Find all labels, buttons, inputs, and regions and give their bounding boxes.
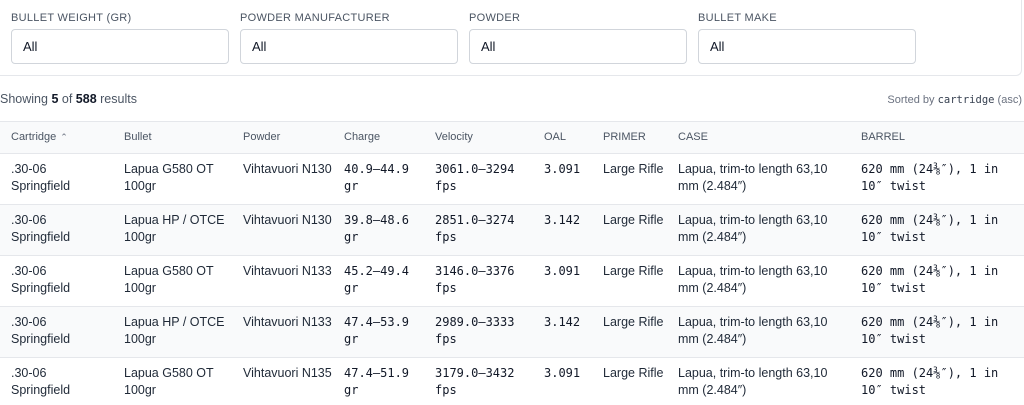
filter-label: POWDER MANUFACTURER <box>240 12 390 24</box>
cell-case: Lapua, trim-to length 63,10 mm (2.484″) <box>678 314 828 346</box>
sort-status: Sorted by cartridge (asc) <box>887 94 1022 106</box>
results-table: Cartridge ⌃ Bullet Powder Charge Velocity… <box>0 122 1024 405</box>
cell-charge: 40.9–44.9 gr <box>344 161 410 193</box>
table-row[interactable]: .30-06 Springfield Lapua G580 OT 100gr V… <box>0 153 1024 204</box>
table-row[interactable]: .30-06 Springfield Lapua HP / OTCE 100gr… <box>0 306 1024 357</box>
summary-prefix: Showing <box>0 92 48 106</box>
cell-velocity: 3146.0–3376 fps <box>435 263 515 295</box>
filter-powder: POWDER All <box>469 11 689 64</box>
cell-primer: Large Rifle <box>603 161 664 176</box>
summary-middle: of <box>61 92 73 106</box>
cell-cartridge: .30-06 Springfield <box>11 263 71 295</box>
filter-label: POWDER <box>469 12 521 24</box>
cell-case: Lapua, trim-to length 63,10 mm (2.484″) <box>678 365 828 397</box>
cell-powder: Vihtavuori N133 <box>243 263 332 278</box>
cell-velocity: 3061.0–3294 fps <box>435 161 515 193</box>
table-row[interactable]: .30-06 Springfield Lapua G580 OT 100gr V… <box>0 255 1024 306</box>
cell-case: Lapua, trim-to length 63,10 mm (2.484″) <box>678 161 828 193</box>
filter-panel: BULLET WEIGHT (GR) All POWDER MANUFACTUR… <box>0 0 1022 76</box>
cell-charge: 47.4–53.9 gr <box>344 314 410 346</box>
column-header-velocity[interactable]: Velocity <box>424 122 533 153</box>
cell-barrel: 620 mm (24⅜″), 1 in 10″ twist <box>861 263 999 295</box>
cell-cartridge: .30-06 Springfield <box>11 161 71 193</box>
column-header-cartridge[interactable]: Cartridge ⌃ <box>0 122 113 153</box>
filter-bullet-make: BULLET MAKE All <box>698 11 918 64</box>
results-shown-count: 5 <box>51 92 59 106</box>
cell-bullet: Lapua G580 OT 100gr <box>124 365 214 397</box>
cell-oal: 3.142 <box>544 212 581 227</box>
results-total-count: 588 <box>75 92 97 106</box>
cell-charge: 39.8–48.6 gr <box>344 212 410 244</box>
powder-select[interactable]: All <box>469 29 687 64</box>
cell-velocity: 2989.0–3333 fps <box>435 314 515 346</box>
column-header-charge[interactable]: Charge <box>333 122 424 153</box>
cell-barrel: 620 mm (24⅜″), 1 in 10″ twist <box>861 314 999 346</box>
cell-primer: Large Rifle <box>603 263 664 278</box>
cell-primer: Large Rifle <box>603 212 664 227</box>
results-table-container: Cartridge ⌃ Bullet Powder Charge Velocity… <box>0 121 1024 405</box>
chevron-up-icon: ⌃ <box>60 132 68 143</box>
cell-powder: Vihtavuori N133 <box>243 314 332 329</box>
cell-velocity: 2851.0–3274 fps <box>435 212 515 244</box>
bullet-make-select[interactable]: All <box>698 29 916 64</box>
cell-barrel: 620 mm (24⅜″), 1 in 10″ twist <box>861 365 999 397</box>
cell-powder: Vihtavuori N135 <box>243 365 332 380</box>
cell-primer: Large Rifle <box>603 314 664 329</box>
cell-powder: Vihtavuori N130 <box>243 212 332 227</box>
column-header-bullet[interactable]: Bullet <box>113 122 232 153</box>
sort-direction: (asc) <box>997 94 1022 106</box>
sort-prefix: Sorted by <box>887 94 935 106</box>
cell-oal: 3.142 <box>544 314 581 329</box>
column-header-powder[interactable]: Powder <box>232 122 333 153</box>
cell-powder: Vihtavuori N130 <box>243 161 332 176</box>
cell-cartridge: .30-06 Springfield <box>11 212 71 244</box>
filter-powder-manufacturer: POWDER MANUFACTURER All <box>240 11 460 64</box>
filter-label: BULLET WEIGHT (GR) <box>11 12 132 24</box>
table-row[interactable]: .30-06 Springfield Lapua HP / OTCE 100gr… <box>0 204 1024 255</box>
cell-cartridge: .30-06 Springfield <box>11 365 71 397</box>
column-header-barrel[interactable]: BARREL <box>850 122 1024 153</box>
column-header-oal[interactable]: OAL <box>533 122 592 153</box>
table-row[interactable]: .30-06 Springfield Lapua G580 OT 100gr V… <box>0 357 1024 405</box>
bullet-weight-select[interactable]: All <box>11 29 229 64</box>
cell-bullet: Lapua HP / OTCE 100gr <box>124 314 225 346</box>
filter-bullet-weight: BULLET WEIGHT (GR) All <box>11 11 231 64</box>
cell-primer: Large Rifle <box>603 365 664 380</box>
cell-oal: 3.091 <box>544 365 581 380</box>
results-summary: Showing 5 of 588 results <box>0 92 137 106</box>
cell-case: Lapua, trim-to length 63,10 mm (2.484″) <box>678 263 828 295</box>
summary-suffix: results <box>100 92 137 106</box>
cell-charge: 45.2–49.4 gr <box>344 263 410 295</box>
cell-oal: 3.091 <box>544 161 581 176</box>
cell-cartridge: .30-06 Springfield <box>11 314 71 346</box>
sort-field: cartridge <box>937 94 995 106</box>
powder-manufacturer-select[interactable]: All <box>240 29 458 64</box>
cell-bullet: Lapua G580 OT 100gr <box>124 263 214 295</box>
cell-bullet: Lapua G580 OT 100gr <box>124 161 214 193</box>
cell-velocity: 3179.0–3432 fps <box>435 365 515 397</box>
cell-barrel: 620 mm (24⅜″), 1 in 10″ twist <box>861 212 999 244</box>
cell-bullet: Lapua HP / OTCE 100gr <box>124 212 225 244</box>
cell-oal: 3.091 <box>544 263 581 278</box>
column-header-case[interactable]: CASE <box>667 122 850 153</box>
cell-case: Lapua, trim-to length 63,10 mm (2.484″) <box>678 212 828 244</box>
cell-barrel: 620 mm (24⅜″), 1 in 10″ twist <box>861 161 999 193</box>
table-header-row: Cartridge ⌃ Bullet Powder Charge Velocity… <box>0 122 1024 153</box>
filter-label: BULLET MAKE <box>698 12 777 24</box>
cell-charge: 47.4–51.9 gr <box>344 365 410 397</box>
column-header-primer[interactable]: PRIMER <box>592 122 667 153</box>
